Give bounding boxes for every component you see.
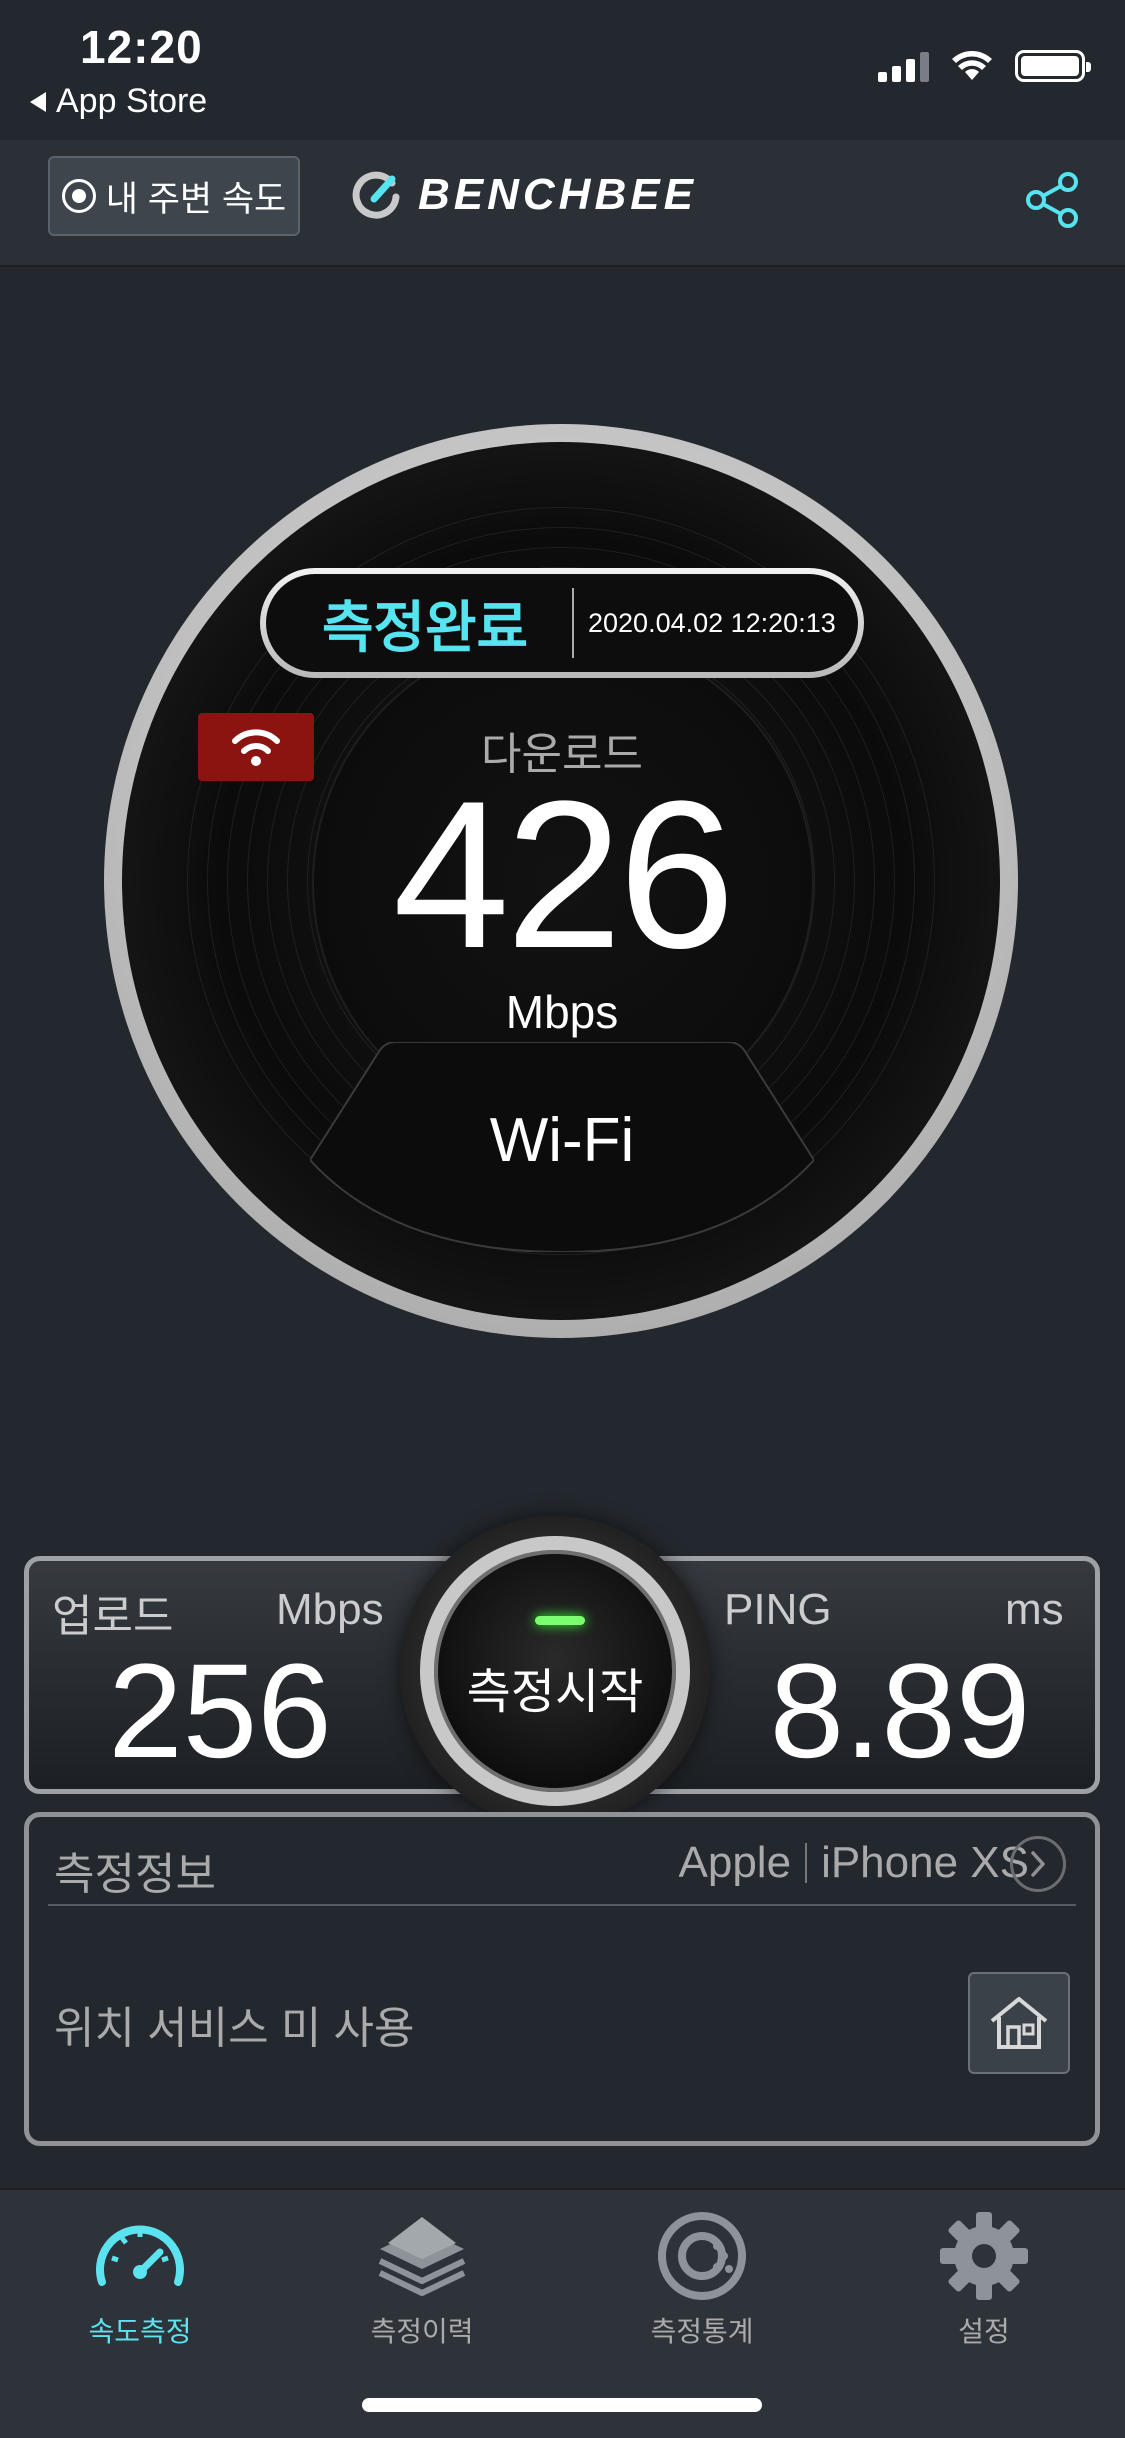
gear-icon xyxy=(940,2212,1028,2300)
tab-statistics[interactable]: 측정통계 xyxy=(602,2208,802,2350)
back-label: App Store xyxy=(56,82,208,120)
battery-icon xyxy=(1015,50,1091,82)
back-arrow-icon xyxy=(30,91,46,112)
upload-unit: Mbps xyxy=(276,1585,384,1634)
wifi-connection-badge xyxy=(198,713,314,781)
download-unit: Mbps xyxy=(505,986,619,1038)
measurement-datetime: 2020.04.02 12:20:13 xyxy=(588,607,836,638)
network-type-label: Wi-Fi xyxy=(489,1106,635,1175)
gauge-logo-icon xyxy=(352,171,400,219)
home-indicator xyxy=(362,2398,762,2412)
status-time: 12:20 xyxy=(80,21,203,73)
tab-label: 속도측정 xyxy=(88,2316,192,2347)
device-info: Apple iPhone XS xyxy=(679,1838,1029,1888)
wifi-icon xyxy=(952,51,992,80)
wifi-icon xyxy=(232,729,280,766)
pill-divider xyxy=(572,588,574,658)
measurement-info-title: 측정정보 xyxy=(54,1850,216,1899)
chevron-right-icon xyxy=(1031,1851,1045,1877)
device-details-button[interactable] xyxy=(1010,1836,1066,1892)
tab-label: 측정통계 xyxy=(650,2316,754,2347)
device-separator xyxy=(805,1843,808,1883)
location-target-icon xyxy=(61,179,96,213)
cellular-signal-icon xyxy=(878,50,929,82)
tab-speed-test[interactable]: 속도측정 xyxy=(40,2208,240,2350)
home-location-button[interactable] xyxy=(968,1972,1070,2074)
device-brand: Apple xyxy=(678,1838,792,1887)
tab-settings[interactable]: 설정 xyxy=(884,2208,1084,2350)
benchbee-logo: BENCHBEE xyxy=(352,170,697,220)
statistics-icon xyxy=(658,2212,746,2300)
location-service-status: 위치 서비스 미 사용 xyxy=(54,2004,415,2053)
start-measurement-label[interactable]: 측정시작 xyxy=(420,1652,690,1722)
logo-text: BENCHBEE xyxy=(418,170,697,219)
app-header: 내 주변 속도 BENCHBEE xyxy=(0,140,1125,267)
nearby-speed-button[interactable]: 내 주변 속도 xyxy=(48,156,300,236)
status-icons xyxy=(878,50,1091,82)
upload-label: 업로드 xyxy=(52,1592,174,1641)
measurement-status-pill: 측정완료 2020.04.02 12:20:13 xyxy=(260,568,864,678)
share-icon[interactable] xyxy=(1022,170,1082,230)
nearby-speed-label: 내 주변 속도 xyxy=(105,179,287,219)
download-speed-value: 426 xyxy=(392,757,735,992)
info-divider xyxy=(48,1904,1076,1906)
device-model: iPhone XS xyxy=(821,1838,1029,1887)
measurement-status: 측정완료 xyxy=(322,595,529,659)
tab-label: 측정이력 xyxy=(370,2316,474,2347)
ping-value: 8.89 xyxy=(769,1637,1031,1786)
tab-label: 설정 xyxy=(958,2316,1010,2347)
ping-label: PING xyxy=(724,1585,832,1634)
start-indicator-led xyxy=(535,1616,585,1625)
back-to-app-store[interactable]: App Store xyxy=(30,82,207,121)
upload-speed-value: 256 xyxy=(108,1637,332,1786)
ping-unit: ms xyxy=(1005,1585,1064,1634)
home-icon xyxy=(990,1997,1048,2049)
tab-history[interactable]: 측정이력 xyxy=(322,2208,522,2350)
speedometer-icon xyxy=(96,2225,184,2286)
layers-icon xyxy=(378,2217,466,2296)
